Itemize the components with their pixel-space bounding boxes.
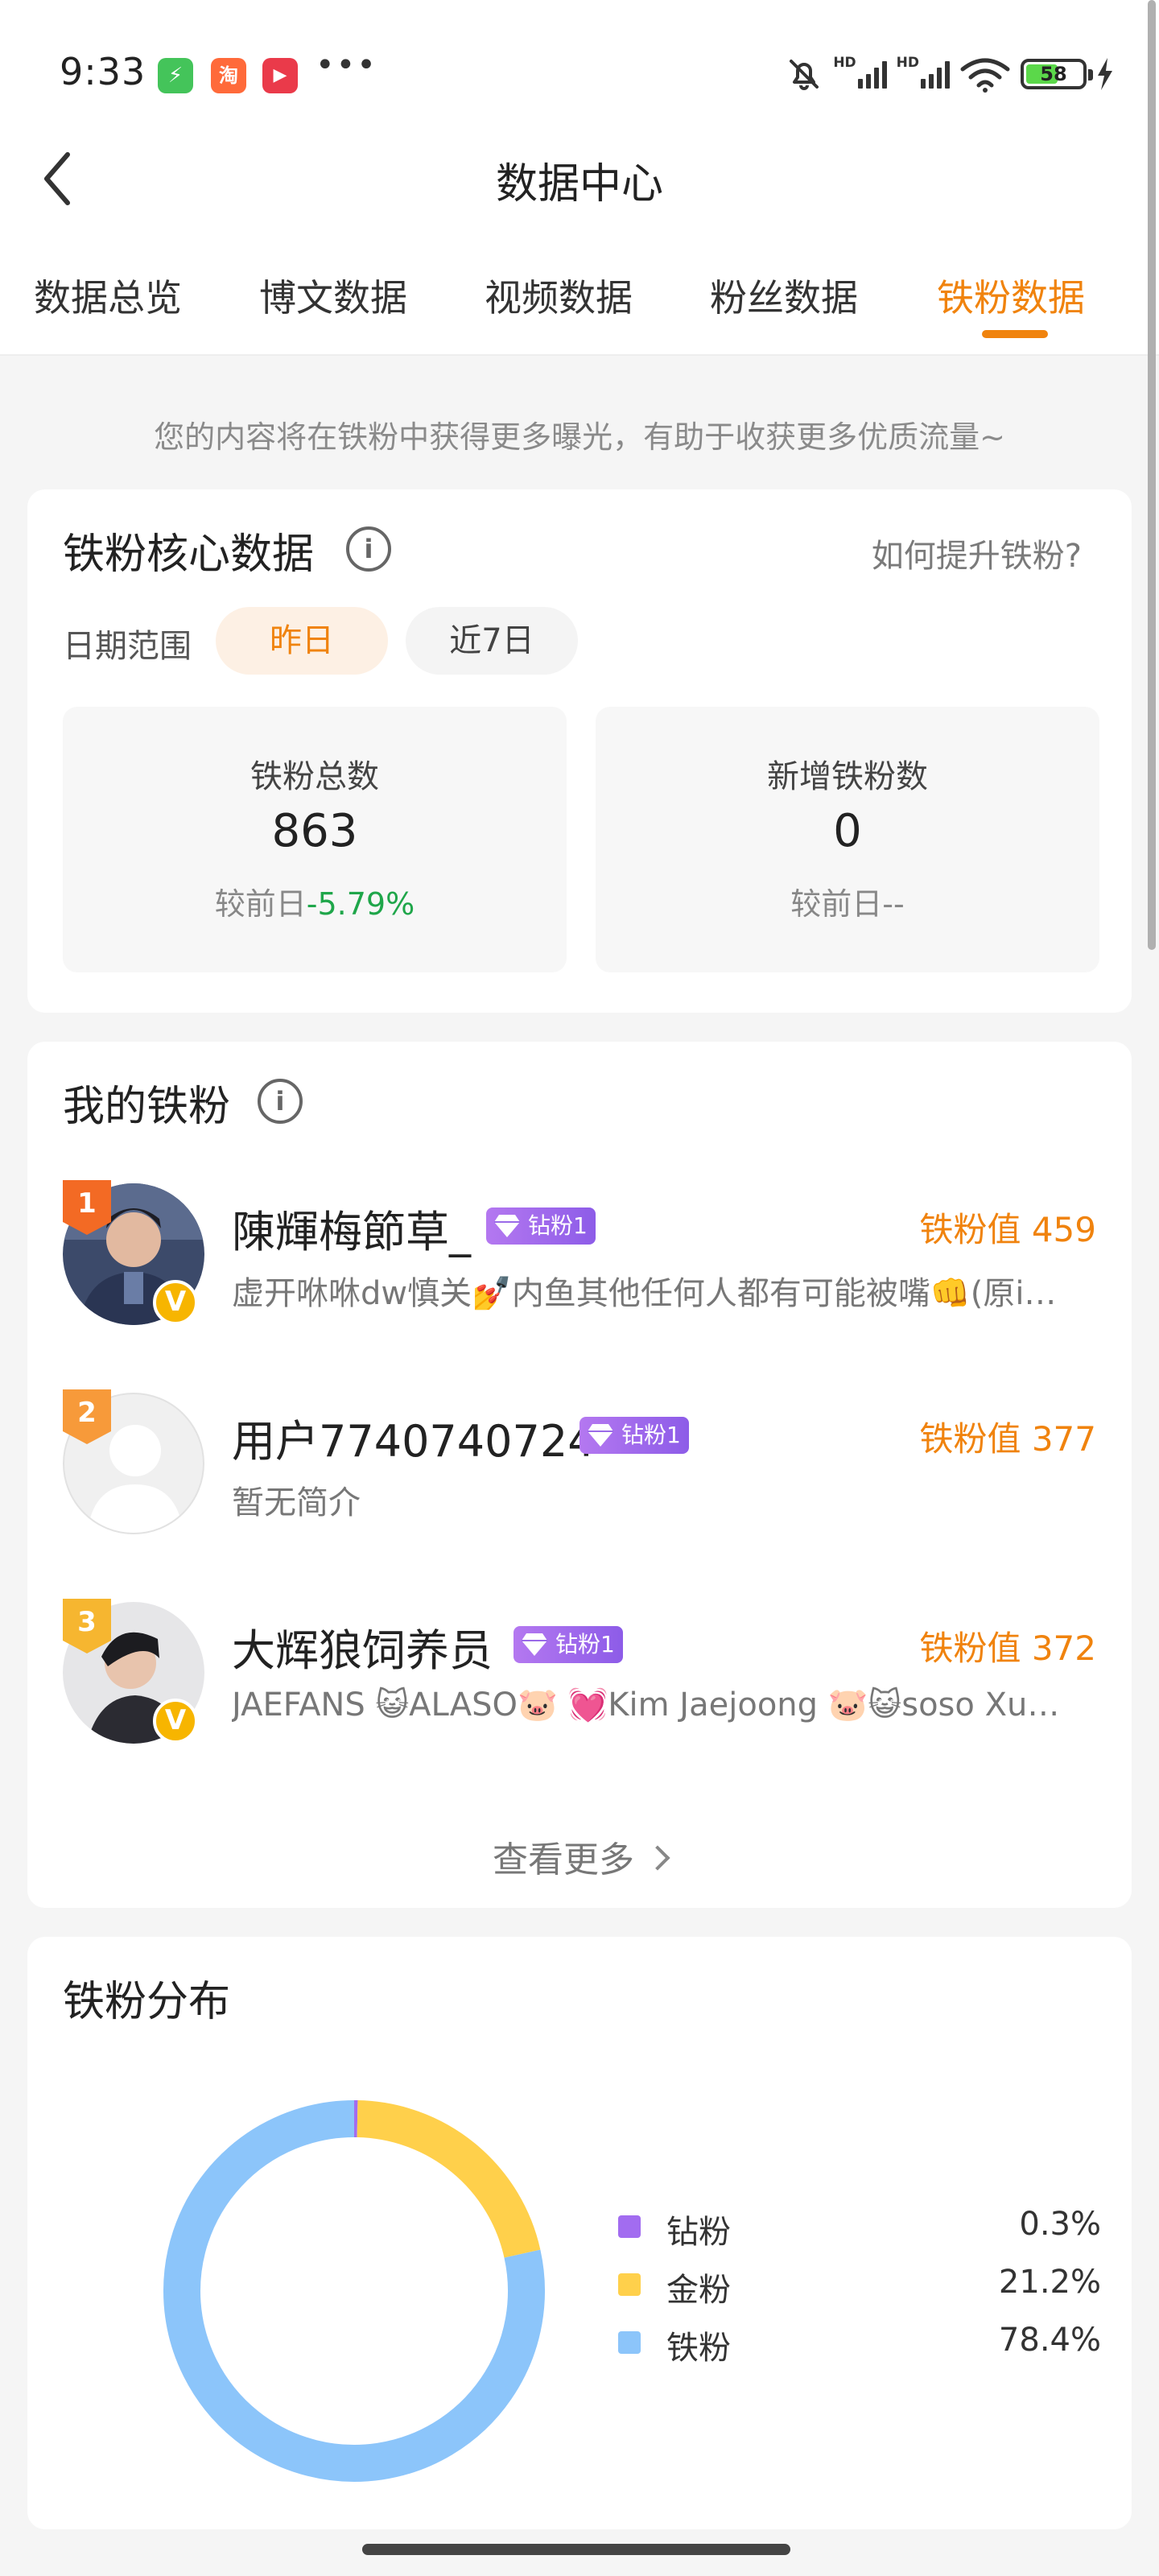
battery-icon: 58 xyxy=(1021,59,1093,89)
stat-compare: 较前日-- xyxy=(596,879,1099,923)
fan-name: 大辉狼饲养员 xyxy=(232,1625,493,1676)
charge-app-icon: ⚡ xyxy=(158,58,193,93)
diamond-fan-badge: 钻粉1 xyxy=(486,1208,596,1245)
legend-swatch xyxy=(618,2331,641,2354)
legend-swatch xyxy=(618,2215,641,2238)
battery-level: 58 xyxy=(1040,63,1067,85)
fan-name: 用户7740740724 xyxy=(232,1416,596,1467)
total-fans-stat: 铁粉总数 863 较前日-5.79% xyxy=(63,707,567,972)
stat-compare: 较前日-5.79% xyxy=(63,879,567,923)
fan-description: 暂无简介 xyxy=(232,1484,361,1521)
badge-label: 钻粉1 xyxy=(555,1631,615,1657)
fan-list-item[interactable]: 2 用户7740740724 钻粉1 铁粉值 377 暂无简介 xyxy=(27,1389,1132,1554)
diamond-icon xyxy=(494,1215,520,1237)
diamond-fan-badge: 钻粉1 xyxy=(580,1417,689,1454)
diamond-icon xyxy=(588,1424,613,1447)
scrollbar[interactable] xyxy=(1148,0,1156,950)
status-time: 9:33 xyxy=(60,50,146,93)
badge-label: 钻粉1 xyxy=(621,1422,681,1448)
stat-label: 新增铁粉数 xyxy=(767,758,928,795)
fan-name: 陳輝梅節草_ xyxy=(232,1207,471,1257)
donut-slice-2 xyxy=(357,2100,541,2258)
fan-score: 铁粉值 377 xyxy=(919,1419,1096,1459)
legend-item: 钻粉 0.3% xyxy=(618,2202,1101,2251)
legend-item: 铁粉 78.4% xyxy=(618,2318,1101,2367)
my-fans-card: 我的铁粉 i 1 V 陳輝梅節草_ 钻粉1 铁粉值 459 虚开咻咻dw慎关💅内… xyxy=(27,1042,1132,1908)
signal-icon-2 xyxy=(921,60,950,89)
legend-percent: 0.3% xyxy=(1019,2206,1101,2243)
status-icons: HD HD 58 xyxy=(785,52,1114,97)
core-data-card: 铁粉核心数据 i 如何提升铁粉? 日期范围 昨日 近7日 铁粉总数 863 较前… xyxy=(27,489,1132,1013)
fan-description: 虚开咻咻dw慎关💅内鱼其他任何人都有可能被嘴👊(原i… xyxy=(232,1275,1057,1312)
rank-number: 3 xyxy=(77,1606,97,1638)
legend-swatch xyxy=(618,2273,641,2296)
fan-distribution-card: 铁粉分布 钻粉 0.3% 金粉 21.2% 铁粉 78.4% xyxy=(27,1937,1132,2529)
rank-1-badge: 1 xyxy=(63,1180,111,1235)
tab-videos[interactable]: 视频数据 xyxy=(485,269,633,322)
range-yesterday-button[interactable]: 昨日 xyxy=(216,607,388,675)
distribution-title: 铁粉分布 xyxy=(63,1978,231,2026)
rank-number: 1 xyxy=(77,1187,97,1220)
range-7days-button[interactable]: 近7日 xyxy=(406,607,578,675)
compare-value: -5.79% xyxy=(306,886,415,922)
more-notifications-icon: ••• xyxy=(316,47,377,84)
fan-score: 铁粉值 459 xyxy=(919,1210,1096,1249)
mute-bell-icon xyxy=(790,60,819,90)
view-more-button[interactable]: 查看更多 xyxy=(27,1831,1132,1882)
info-icon[interactable]: i xyxy=(346,526,391,572)
video-app-icon: ▶ xyxy=(262,58,298,93)
tab-iron-fans[interactable]: 铁粉数据 xyxy=(937,269,1085,322)
tab-posts[interactable]: 博文数据 xyxy=(259,269,407,322)
compare-label: 较前日 xyxy=(790,886,883,922)
taobao-app-icon: 淘 xyxy=(211,58,246,93)
badge-label: 钻粉1 xyxy=(528,1212,588,1239)
tip-text: 您的内容将在铁粉中获得更多曝光，有助于收获更多优质流量~ xyxy=(154,419,1005,455)
fan-list-item[interactable]: 1 V 陳輝梅節草_ 钻粉1 铁粉值 459 虚开咻咻dw慎关💅内鱼其他任何人都… xyxy=(27,1180,1132,1344)
distribution-donut-chart xyxy=(163,2100,545,2482)
legend-label: 铁粉 xyxy=(666,2330,731,2367)
legend-percent: 78.4% xyxy=(998,2322,1101,2359)
stat-label: 铁粉总数 xyxy=(250,758,379,795)
compare-value: -- xyxy=(882,886,905,922)
fan-score: 铁粉值 372 xyxy=(919,1629,1096,1668)
diamond-fan-badge: 钻粉1 xyxy=(514,1626,623,1663)
hd-label-2: HD xyxy=(896,55,919,71)
hd-label: HD xyxy=(833,55,856,71)
view-more-label: 查看更多 xyxy=(493,1839,634,1880)
how-to-improve-link[interactable]: 如何提升铁粉? xyxy=(872,530,1082,576)
active-tab-indicator xyxy=(982,330,1048,338)
page-title: 数据中心 xyxy=(495,160,663,208)
legend-item: 金粉 21.2% xyxy=(618,2260,1101,2309)
stat-value: 0 xyxy=(833,805,862,857)
compare-label: 较前日 xyxy=(214,886,307,922)
verified-icon: V xyxy=(153,1280,198,1325)
legend-label: 钻粉 xyxy=(666,2214,731,2251)
signal-icon xyxy=(857,60,887,89)
date-range-label: 日期范围 xyxy=(63,628,192,665)
verified-icon: V xyxy=(153,1699,198,1744)
chevron-right-icon xyxy=(645,1845,670,1871)
fan-list-item[interactable]: 3 V 大辉狼饲养员 钻粉1 铁粉值 372 JAEFANS 😺ALASO🐷 💓… xyxy=(27,1599,1132,1763)
home-indicator[interactable] xyxy=(362,2544,790,2555)
rank-3-badge: 3 xyxy=(63,1599,111,1653)
tab-overview[interactable]: 数据总览 xyxy=(34,269,182,322)
fan-description: JAEFANS 😺ALASO🐷 💓Kim Jaejoong 🐷😺soso Xu… xyxy=(232,1686,1060,1724)
rank-2-badge: 2 xyxy=(63,1389,111,1444)
tab-fans[interactable]: 粉丝数据 xyxy=(710,269,858,322)
stat-value: 863 xyxy=(271,805,358,857)
wifi-icon xyxy=(960,58,1010,93)
legend-label: 金粉 xyxy=(666,2272,731,2309)
legend-percent: 21.2% xyxy=(998,2264,1101,2301)
rank-number: 2 xyxy=(77,1397,97,1429)
my-fans-title: 我的铁粉 xyxy=(63,1083,231,1131)
core-data-title: 铁粉核心数据 xyxy=(63,530,315,579)
charging-bolt-icon xyxy=(1098,58,1112,90)
info-icon[interactable]: i xyxy=(258,1079,303,1124)
new-fans-stat: 新增铁粉数 0 较前日-- xyxy=(596,707,1099,972)
diamond-icon xyxy=(522,1633,547,1656)
